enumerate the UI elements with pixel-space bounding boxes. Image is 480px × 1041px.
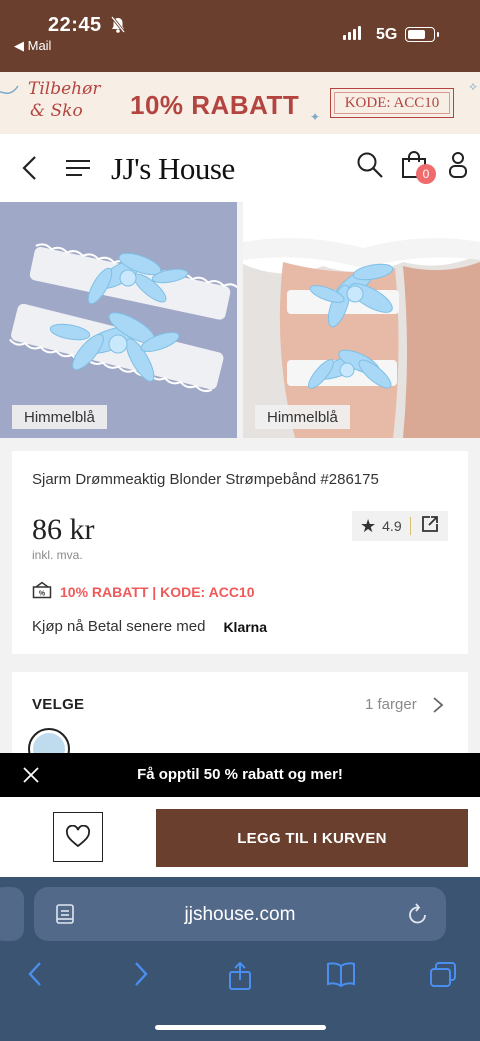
wishlist-button[interactable]	[53, 812, 103, 862]
share-sheet-icon[interactable]	[227, 961, 253, 996]
chevron-right-icon[interactable]	[432, 696, 444, 719]
product-price: 86 kr	[32, 513, 95, 546]
garter-on-leg-image	[243, 202, 480, 438]
klarna-logo: Klarna	[223, 618, 268, 635]
mute-bell-icon	[110, 16, 126, 39]
browser-forward-icon[interactable]	[130, 961, 150, 992]
back-to-mail-link[interactable]: ◀ Mail	[14, 38, 51, 54]
banner-script-text: Tilbehør & Sko	[28, 79, 101, 121]
ribbon-decoration-icon	[0, 85, 19, 94]
sparkle-icon: ✧	[468, 80, 479, 94]
product-title: Sjarm Drømmeaktig Blonder Strømpebånd #2…	[32, 471, 379, 488]
coupon-tag-icon: %	[32, 581, 52, 602]
banner-code-box: KODE: ACC10	[330, 88, 454, 118]
tax-note: inkl. mva.	[32, 548, 83, 562]
garter-flat-image	[9, 243, 237, 393]
sparkle-icon: ✦	[310, 110, 321, 124]
product-image-on-leg[interactable]	[243, 202, 480, 438]
klarna-row[interactable]: Kjøp nå Betal senere med Klarna	[32, 618, 267, 635]
tabs-icon[interactable]	[428, 961, 458, 994]
image-color-label: Himmelblå	[255, 405, 350, 429]
previous-tab-preview[interactable]	[0, 887, 24, 941]
signal-icon	[343, 26, 361, 40]
klarna-text: Kjøp nå Betal senere med	[32, 618, 206, 635]
battery-icon	[405, 27, 439, 42]
action-bar: LEGG TIL I KURVEN	[0, 797, 480, 877]
coupon-promo-row[interactable]: % 10% RABATT | KODE: ACC10	[32, 581, 255, 602]
image-color-label: Himmelblå	[12, 405, 107, 429]
back-chevron-icon[interactable]	[20, 155, 40, 186]
browser-chrome: jjshouse.com	[0, 877, 480, 1041]
account-icon[interactable]	[448, 151, 468, 184]
site-logo[interactable]: JJ's House	[111, 151, 235, 187]
menu-icon[interactable]	[64, 158, 92, 183]
star-icon: ★	[360, 515, 377, 536]
address-bar[interactable]: jjshouse.com	[34, 887, 446, 941]
notice-strip[interactable]: Få opptil 50 % rabatt og mer!	[0, 753, 480, 797]
color-count: 1 farger	[365, 696, 417, 713]
rating-value[interactable]: 4.9	[382, 518, 401, 534]
options-label: VELGE	[32, 696, 85, 713]
status-bar: 22:45 ◀ Mail 5G	[0, 0, 480, 72]
coupon-promo-text: 10% RABATT | KODE: ACC10	[60, 583, 255, 600]
options-card[interactable]: VELGE 1 farger	[12, 672, 468, 770]
reload-icon[interactable]	[407, 902, 429, 931]
heart-icon	[66, 825, 90, 848]
bookmarks-icon[interactable]	[326, 961, 356, 992]
product-info-card: Sjarm Drømmeaktig Blonder Strømpebånd #2…	[12, 451, 468, 654]
add-to-cart-button[interactable]: LEGG TIL I KURVEN	[156, 809, 468, 867]
notice-text: Få opptil 50 % rabatt og mer!	[137, 766, 343, 783]
home-indicator	[155, 1025, 326, 1030]
cart-count-badge: 0	[416, 164, 436, 184]
network-type: 5G	[376, 26, 398, 43]
status-time: 22:45	[48, 14, 102, 36]
rating-share-box: ★ 4.9	[352, 511, 448, 541]
share-icon[interactable]	[421, 515, 439, 538]
svg-text:%: %	[39, 591, 46, 598]
divider	[409, 517, 411, 535]
url-text: jjshouse.com	[184, 904, 296, 925]
search-icon[interactable]	[356, 151, 384, 184]
banner-headline: 10% RABATT	[130, 90, 300, 120]
site-header: JJ's House	[0, 134, 480, 202]
product-image-flat[interactable]	[0, 202, 237, 438]
browser-back-icon[interactable]	[26, 961, 46, 992]
promo-banner[interactable]: Tilbehør & Sko 10% RABATT KODE: ACC10 ✦ …	[0, 72, 480, 134]
